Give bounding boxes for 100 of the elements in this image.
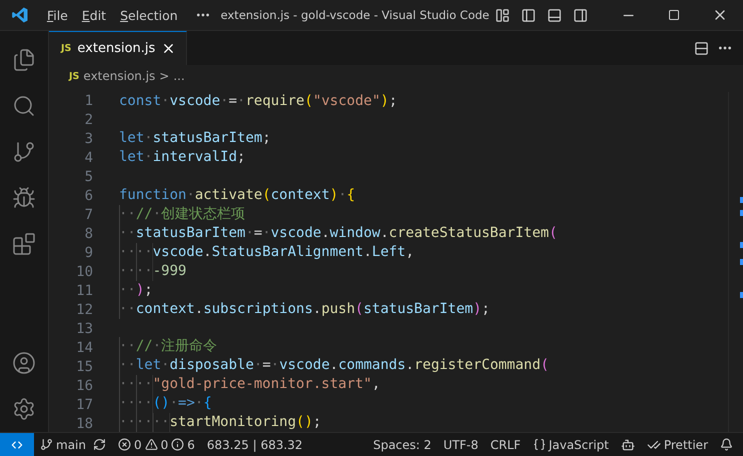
code-comment: // [136, 336, 153, 356]
code-identifier: commands [338, 356, 406, 375]
branch-item[interactable]: main [34, 438, 112, 452]
code-punctuation: . [363, 242, 372, 262]
code-comment: 注册命令 [161, 336, 218, 356]
code-identifier: disposable [170, 356, 254, 375]
code-punctuation: . [194, 300, 204, 319]
code-punctuation: ; [144, 280, 153, 300]
code-bracket: ) [380, 92, 389, 111]
branch-icon [40, 438, 53, 451]
line-number: 12 [75, 301, 94, 320]
formatter-name: Prettier [664, 438, 708, 452]
line-number: 16 [75, 377, 94, 396]
code-string: "vscode" [312, 92, 380, 111]
sync-icon[interactable] [92, 438, 106, 451]
menu-item[interactable]: Edit [74, 8, 114, 22]
line-number: 14 [75, 339, 94, 358]
code-punctuation: . [380, 224, 389, 243]
code-comment: 创建状态栏项 [161, 204, 246, 224]
code-punctuation: = [228, 92, 238, 111]
line-ending-item[interactable]: CRLF [484, 438, 527, 452]
branch-name: main [56, 438, 86, 452]
remote-icon[interactable] [0, 433, 34, 456]
indent-whitespace: ···· [119, 242, 153, 262]
whitespace-dot: · [186, 186, 195, 205]
split-editor-icon[interactable] [694, 40, 709, 56]
window-title: extension.js - gold-vscode - Visual Studio Code [220, 8, 490, 22]
whitespace-dot: · [144, 129, 153, 148]
indent-whitespace: ···· [119, 394, 153, 413]
whitespace-dot: · [194, 394, 204, 413]
problems-item[interactable]: 0 0 6 [112, 438, 201, 452]
price-item[interactable]: 683.25 | 683.32 [200, 438, 309, 452]
code-punctuation: . [203, 242, 212, 262]
breadcrumb-item[interactable]: extension.js [83, 69, 156, 83]
whitespace-dot: · [245, 224, 254, 243]
code-keyword: => [178, 394, 195, 413]
line-number: 15 [75, 358, 94, 377]
line-number: 18 [75, 415, 94, 432]
line-number: 17 [75, 396, 94, 415]
code-function: require [245, 92, 304, 111]
code-keyword: let [119, 148, 144, 168]
change-marker [740, 259, 743, 265]
whitespace-dot: · [262, 224, 271, 243]
indentation-item[interactable]: Spaces: 2 [367, 438, 438, 452]
code-bracket: ( [262, 186, 271, 205]
code-punctuation: ; [262, 129, 271, 148]
line-number: 6 [84, 187, 94, 206]
javascript-file-icon: JS [69, 70, 80, 82]
code-bracket: ) [473, 300, 482, 319]
code-bracket: { [203, 394, 212, 413]
code-identifier: intervalId [152, 148, 238, 168]
code-punctuation: . [312, 300, 322, 319]
warning-icon [144, 438, 158, 451]
code-bracket: ( [540, 356, 549, 375]
code-bracket: ( [304, 92, 313, 111]
line-number: 10 [75, 263, 94, 282]
info-icon [171, 438, 184, 451]
change-marker [740, 242, 743, 248]
code-punctuation: . [330, 356, 338, 375]
code-keyword: let [119, 129, 144, 148]
code-punctuation: ; [237, 148, 246, 168]
menu-item[interactable]: Selection [113, 8, 185, 22]
whitespace-dot: · [161, 356, 170, 375]
breadcrumb-item[interactable]: ... [173, 69, 185, 83]
indent-whitespace: ······ [119, 412, 170, 432]
code-string: "gold-price-monitor.start" [152, 374, 372, 394]
encoding-item[interactable]: UTF-8 [437, 438, 484, 452]
code-identifier: statusBarItem [152, 129, 262, 148]
code-identifier: vscode [170, 92, 220, 111]
menu-item[interactable]: File [40, 8, 75, 22]
whitespace-dot: · [220, 92, 229, 111]
code-keyword: function [119, 186, 186, 205]
code-identifier: Left [372, 242, 406, 262]
code-identifier: statusBarItem [136, 224, 246, 243]
whitespace-dot: · [170, 394, 178, 413]
code-identifier: statusBarItem [363, 300, 474, 319]
whitespace-dot: · [152, 204, 162, 224]
line-number: 4 [84, 149, 94, 168]
code-punctuation: = [254, 224, 262, 243]
code-bracket: ( [548, 224, 558, 243]
breadcrumb-separator: > [159, 69, 170, 83]
formatter-item[interactable]: Prettier [640, 438, 714, 452]
change-marker [740, 197, 743, 203]
code-number: -999 [152, 262, 186, 281]
line-number: 5 [84, 168, 94, 187]
line-number: 13 [75, 320, 94, 339]
code-punctuation: ; [482, 300, 490, 319]
change-marker [740, 292, 743, 298]
code-bracket: { [346, 186, 356, 205]
whitespace-dot: · [237, 92, 246, 111]
line-number: 3 [84, 130, 94, 149]
indent-whitespace: ···· [119, 374, 153, 394]
editor-tab[interactable]: JS extension.js [49, 31, 188, 65]
whitespace-dot: · [270, 356, 280, 375]
code-function: activate [194, 186, 262, 205]
code-bracket: ) [136, 280, 144, 300]
indent-whitespace: ···· [119, 262, 153, 281]
code-punctuation: . [321, 224, 330, 243]
warning-count: 0 [160, 438, 168, 452]
language-item[interactable]: JavaScript [526, 438, 615, 452]
